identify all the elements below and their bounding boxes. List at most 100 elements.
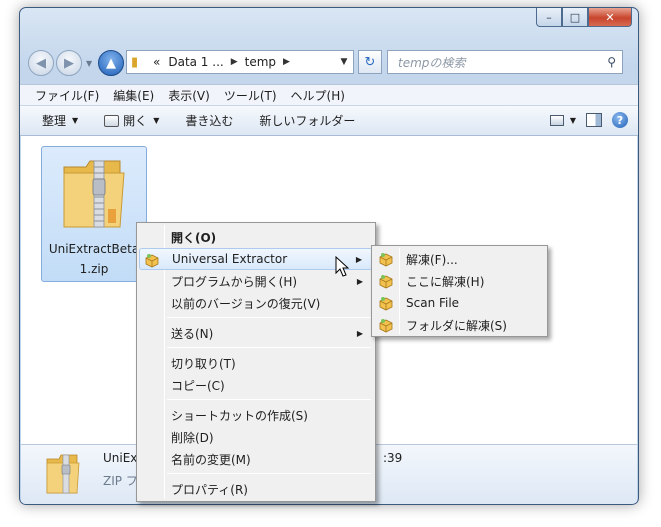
ctx-delete[interactable]: 削除(D) [139, 426, 373, 448]
breadcrumb-arrow-icon[interactable]: ▶ [228, 57, 241, 67]
submenu-arrow-icon: ▶ [356, 328, 363, 338]
submenu-arrow-icon: ▶ [355, 254, 362, 264]
universal-extractor-icon [379, 297, 393, 311]
help-icon[interactable]: ? [612, 112, 628, 128]
universal-extractor-icon [145, 254, 159, 268]
ctx-create-shortcut-label: ショートカットの作成(S) [171, 408, 308, 423]
history-dropdown-icon[interactable]: ▼ [86, 59, 92, 68]
ctx-cut[interactable]: 切り取り(T) [139, 352, 373, 374]
breadcrumb-temp[interactable]: temp [241, 55, 280, 69]
ctx-send-to[interactable]: 送る(N) ▶ [139, 322, 373, 344]
organize-label: 整理 [42, 114, 67, 128]
new-folder-label: 新しいフォルダー [259, 114, 356, 128]
command-bar: 整理 ▼ 開く ▼ 書き込む 新しいフォルダー ▼ ? [20, 106, 638, 136]
ctx-properties[interactable]: プロパティ(R) [139, 478, 373, 500]
caption-buttons: – □ ✕ [536, 8, 632, 27]
ctx-copy-label: コピー(C) [171, 378, 225, 393]
refresh-button[interactable]: ↻ [358, 50, 382, 74]
ctx-open-with-label: プログラムから開く(H) [171, 274, 298, 289]
universal-extractor-icon [379, 253, 393, 267]
menu-view[interactable]: 表示(V) [161, 87, 217, 104]
file-name-line2: 1.zip [79, 262, 109, 276]
up-button[interactable]: ▲ [98, 50, 124, 76]
open-button[interactable]: 開く ▼ [96, 112, 167, 129]
sub-extract-to-folder[interactable]: フォルダに解凍(S) [374, 314, 545, 336]
ctx-copy[interactable]: コピー(C) [139, 374, 373, 396]
menu-help[interactable]: ヘルプ(H) [284, 87, 352, 104]
ctx-create-shortcut[interactable]: ショートカットの作成(S) [139, 404, 373, 426]
search-box[interactable]: tempの検索 ⚲ [387, 50, 623, 74]
sub-extract-to[interactable]: 解凍(F)... [374, 248, 545, 270]
menu-separator [167, 317, 371, 318]
search-icon[interactable]: ⚲ [607, 55, 616, 69]
folder-icon: ▮ [131, 54, 139, 70]
menu-bar: ファイル(F) 編集(E) 表示(V) ツール(T) ヘルプ(H) [20, 84, 638, 106]
ctx-open[interactable]: 開く(O) [139, 226, 373, 248]
open-label: 開く [123, 114, 148, 128]
mouse-cursor-icon [335, 256, 350, 277]
details-file-type: ZIP フ [103, 474, 138, 488]
minimize-button[interactable]: – [536, 8, 562, 27]
details-modified-time: :39 [383, 451, 403, 465]
file-item-zip[interactable]: UniExtractBeta 1.zip [41, 146, 147, 282]
chevron-down-icon[interactable]: ▼ [570, 116, 576, 125]
back-arrow-icon: ◀ [36, 55, 46, 71]
new-folder-button[interactable]: 新しいフォルダー [251, 112, 363, 129]
sub-extract-to-folder-label: フォルダに解凍(S) [406, 318, 507, 333]
forward-button[interactable]: ▶ [56, 50, 82, 76]
zip-folder-icon [63, 160, 125, 228]
sub-scan-file-label: Scan File [406, 296, 460, 310]
open-icon [104, 114, 120, 127]
zip-folder-icon [46, 454, 80, 494]
universal-extractor-icon [379, 319, 393, 333]
chevron-down-icon: ▼ [72, 116, 79, 125]
file-name: UniExtractBeta 1.zip [42, 239, 146, 279]
sub-extract-to-label: 解凍(F)... [406, 252, 458, 267]
menu-file[interactable]: ファイル(F) [28, 87, 106, 104]
refresh-icon: ↻ [364, 54, 376, 70]
ctx-properties-label: プロパティ(R) [171, 482, 248, 497]
sub-extract-here-label: ここに解凍(H) [406, 274, 485, 289]
sub-extract-here[interactable]: ここに解凍(H) [374, 270, 545, 292]
preview-pane-icon[interactable] [586, 113, 602, 127]
breadcrumb-overflow[interactable]: « [149, 55, 164, 69]
details-file-name: UniEx [103, 451, 138, 465]
ctx-universal-extractor-label: Universal Extractor [172, 252, 288, 266]
menu-tools[interactable]: ツール(T) [217, 87, 284, 104]
ctx-restore-previous-label: 以前のバージョンの復元(V) [171, 296, 321, 311]
ctx-open-label: 開く(O) [171, 230, 217, 245]
search-placeholder: tempの検索 [398, 55, 466, 70]
ctx-restore-previous[interactable]: 以前のバージョンの復元(V) [139, 292, 373, 314]
breadcrumb-data1[interactable]: Data 1 ... [164, 55, 227, 69]
sub-scan-file[interactable]: Scan File [374, 292, 545, 314]
ctx-rename-label: 名前の変更(M) [171, 452, 251, 467]
menu-separator [167, 473, 371, 474]
navigation-bar: ◀ ▶ ▼ ▲ ▮ « Data 1 ... ▶ temp ▶ ▼ ↻ temp… [20, 46, 638, 80]
close-button[interactable]: ✕ [588, 8, 632, 27]
maximize-button[interactable]: □ [562, 8, 588, 27]
ctx-cut-label: 切り取り(T) [171, 356, 236, 371]
menu-separator [167, 347, 371, 348]
up-arrow-icon: ▲ [106, 55, 116, 71]
menu-separator [167, 399, 371, 400]
maximize-icon: □ [569, 10, 581, 24]
back-button[interactable]: ◀ [28, 50, 54, 76]
close-icon: ✕ [605, 10, 615, 24]
ctx-send-to-label: 送る(N) [171, 326, 214, 341]
forward-arrow-icon: ▶ [64, 55, 74, 71]
ctx-delete-label: 削除(D) [171, 430, 214, 445]
burn-button[interactable]: 書き込む [177, 112, 241, 129]
view-controls: ▼ ? [549, 112, 628, 128]
change-view-icon[interactable] [549, 114, 564, 126]
submenu-arrow-icon: ▶ [356, 276, 363, 286]
address-bar[interactable]: ▮ « Data 1 ... ▶ temp ▶ ▼ [126, 50, 354, 74]
breadcrumb-arrow-icon[interactable]: ▶ [280, 57, 293, 67]
chevron-down-icon: ▼ [153, 116, 160, 125]
ctx-rename[interactable]: 名前の変更(M) [139, 448, 373, 470]
file-name-line1: UniExtractBeta [48, 242, 140, 256]
menu-edit[interactable]: 編集(E) [106, 87, 161, 104]
address-dropdown-icon[interactable]: ▼ [335, 57, 353, 67]
universal-extractor-icon [379, 275, 393, 289]
universal-extractor-submenu: 解凍(F)... ここに解凍(H) Scan File フォルダに解凍(S) [371, 245, 548, 337]
organize-button[interactable]: 整理 ▼ [34, 112, 86, 129]
